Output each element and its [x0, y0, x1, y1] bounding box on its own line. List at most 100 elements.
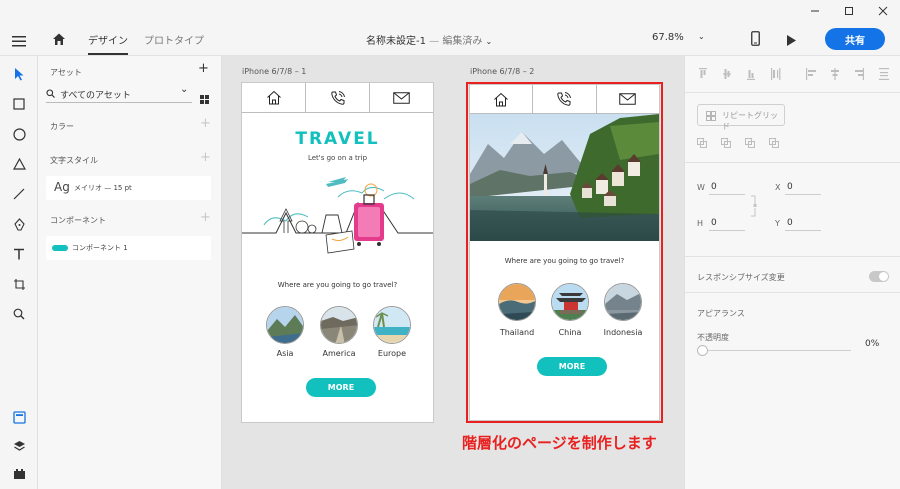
plus-icon: +: [200, 150, 211, 165]
main-toolbar: デザイン プロトタイプ 名称未設定-1 — 編集済み ⌄ 67.8% ⌄ 共有: [0, 22, 900, 56]
divider: [685, 292, 900, 293]
artboard-2-title[interactable]: iPhone 6/7/8 – 2: [470, 67, 534, 76]
assets-icon: [12, 410, 26, 424]
home-button[interactable]: [52, 31, 66, 50]
character-style-name: メイリオ — 15 pt: [74, 184, 132, 192]
search-icon: [46, 89, 55, 98]
tab-prototype[interactable]: プロトタイプ: [144, 32, 204, 47]
text-tool[interactable]: [9, 244, 29, 264]
chevron-down-icon: ⌄: [180, 84, 189, 95]
close-icon: [878, 6, 888, 16]
artboard-1-title[interactable]: iPhone 6/7/8 – 1: [242, 67, 306, 76]
colors-section-label: カラー: [50, 122, 74, 131]
select-tool[interactable]: [9, 64, 29, 84]
destination-photo-asia[interactable]: [266, 306, 304, 344]
asset-filter-dropdown[interactable]: すべてのアセット ⌄: [46, 84, 192, 103]
play-preview-button[interactable]: [786, 32, 797, 51]
hamburger-menu-button[interactable]: [12, 32, 26, 51]
travel-heading: TRAVEL: [295, 129, 380, 149]
artboard-1-nav-bar: [242, 83, 433, 113]
lock-aspect-icon[interactable]: [751, 194, 759, 218]
ellipse-icon: [12, 127, 26, 141]
layers-panel-toggle[interactable]: [9, 436, 29, 456]
appearance-label: アピアランス: [697, 309, 745, 318]
minimize-icon: [811, 10, 819, 12]
maximize-icon: [845, 7, 853, 15]
artboard-1[interactable]: TRAVEL Let's go on a trip Where are you …: [241, 82, 434, 423]
width-field[interactable]: 0: [711, 182, 717, 192]
phone-call-icon: [330, 90, 345, 105]
component-item[interactable]: コンポーネント 1: [46, 236, 211, 260]
rectangle-icon: [13, 98, 25, 110]
alignment-toolbar: [699, 68, 889, 80]
height-field[interactable]: 0: [711, 218, 717, 228]
field-underline: [785, 230, 821, 231]
grid-view-button[interactable]: [200, 89, 209, 108]
plus-icon: +: [200, 210, 211, 225]
plugins-panel-toggle[interactable]: [9, 464, 29, 484]
line-icon: [13, 188, 25, 200]
tab-design[interactable]: デザイン: [88, 32, 128, 55]
grid-view-icon: [200, 95, 209, 104]
x-field[interactable]: 0: [787, 182, 793, 192]
y-field[interactable]: 0: [787, 218, 793, 228]
ellipse-tool[interactable]: [9, 124, 29, 144]
minimize-button[interactable]: [798, 0, 832, 22]
opacity-slider-track[interactable]: [699, 350, 851, 351]
opacity-value[interactable]: 0%: [865, 339, 879, 349]
line-tool[interactable]: [9, 184, 29, 204]
chevron-down-icon: ⌄: [698, 32, 705, 41]
travel-question: Where are you going to go travel?: [277, 281, 398, 289]
nav-home[interactable]: [242, 83, 306, 112]
opacity-label: 不透明度: [697, 333, 729, 342]
destination-photo-europe[interactable]: [373, 306, 411, 344]
magnifier-icon: [13, 308, 25, 320]
nav-phone[interactable]: [306, 83, 370, 112]
artboard-tool[interactable]: [9, 274, 29, 294]
zoom-tool[interactable]: [9, 304, 29, 324]
zoom-dropdown[interactable]: 67.8% ⌄: [652, 32, 708, 43]
width-label: W: [697, 183, 705, 192]
close-window-button[interactable]: [866, 0, 900, 22]
layers-icon: [13, 441, 25, 451]
travel-illustration: [242, 177, 433, 254]
add-asset-button[interactable]: +: [198, 61, 209, 76]
text-icon: [14, 248, 24, 260]
character-style-item[interactable]: Ag メイリオ — 15 pt: [46, 176, 211, 200]
opacity-slider-thumb[interactable]: [697, 345, 708, 356]
window-titlebar: [0, 0, 900, 22]
document-title-dropdown[interactable]: 名称未設定-1 — 編集済み ⌄: [366, 32, 492, 47]
repeat-grid-button[interactable]: リピートグリッド: [697, 104, 785, 131]
highlight-frame: [466, 82, 663, 423]
nav-mail[interactable]: [370, 83, 433, 112]
maximize-button[interactable]: [832, 0, 866, 22]
more-button[interactable]: MORE: [306, 378, 376, 397]
design-canvas[interactable]: iPhone 6/7/8 – 1 TRAVEL Let's go on a tr…: [222, 56, 684, 489]
component-thumbnail: [52, 245, 68, 251]
destination-label: Asia: [276, 349, 294, 358]
component-name: コンポーネント 1: [72, 244, 128, 252]
toggle-knob: [879, 272, 888, 281]
assets-panel-toggle[interactable]: [9, 407, 29, 427]
responsive-resize-label: レスポンシブサイズ変更: [697, 273, 785, 282]
field-underline: [785, 194, 821, 195]
share-button[interactable]: 共有: [825, 28, 885, 50]
add-color-button[interactable]: +: [200, 116, 211, 131]
rectangle-tool[interactable]: [9, 94, 29, 114]
pen-icon: [13, 217, 25, 231]
polygon-tool[interactable]: [9, 154, 29, 174]
repeat-grid-label: リピートグリッド: [722, 111, 778, 131]
destination-photo-america[interactable]: [320, 306, 358, 344]
tool-rail: [0, 56, 38, 489]
field-underline: [709, 230, 745, 231]
responsive-resize-toggle[interactable]: [869, 271, 889, 282]
plus-icon: +: [200, 116, 211, 131]
height-label: H: [697, 219, 704, 228]
pen-tool[interactable]: [9, 214, 29, 234]
add-character-style-button[interactable]: +: [200, 150, 211, 165]
device-preview-button[interactable]: [751, 31, 760, 50]
character-style-sample: Ag: [54, 180, 70, 194]
chevron-down-icon: ⌄: [485, 37, 493, 46]
plugin-icon: [13, 469, 25, 479]
add-component-button[interactable]: +: [200, 210, 211, 225]
